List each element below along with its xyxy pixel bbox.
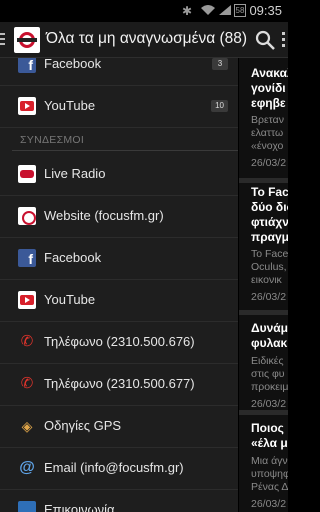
drawer-link-website[interactable]: Website (focusfm.gr) [0, 196, 238, 238]
action-bar: Όλα τα μη αναγνωσμένα (88) [0, 22, 288, 58]
contact-icon [18, 501, 36, 512]
drawer-link-contact[interactable]: Επικοινωνία [0, 490, 238, 512]
phone-icon: ✆ [20, 333, 34, 350]
article-excerpt: εικονικ [251, 274, 282, 286]
article-title: φυλακ [251, 336, 288, 350]
article-title: γονίδι [251, 81, 286, 95]
article-date: 26/03/2 [251, 157, 287, 169]
article-excerpt: ελαττω [251, 127, 284, 139]
unread-count-badge: 10 [211, 100, 228, 112]
article-excerpt: Ρένας Δ [251, 481, 288, 493]
article-title: πραγμ [251, 230, 288, 244]
drawer-item-label: Επικοινωνία [44, 502, 115, 512]
home-button[interactable] [0, 22, 44, 58]
article-date: 26/03/2 [251, 291, 287, 303]
status-bar: ✱ 58 09:35 [0, 0, 288, 22]
article-item[interactable]: Ποιος «έλα μ Μια άγν υποψηφ Ρένας Δ 26/0… [239, 415, 288, 512]
email-icon: @ [19, 459, 35, 476]
unread-count-badge: 3 [212, 58, 228, 70]
drawer-item-label: Facebook [44, 58, 102, 71]
drawer-link-facebook[interactable]: f Facebook [0, 238, 238, 280]
drawer-link-email[interactable]: @ Email (info@focusfm.gr) [0, 448, 238, 490]
website-icon [18, 207, 36, 225]
article-excerpt: Βρεταν [251, 114, 284, 126]
drawer-indicator-icon [0, 33, 5, 47]
battery-icon: 58 [234, 4, 246, 17]
article-excerpt: Μια άγν [251, 455, 288, 467]
youtube-icon [18, 291, 36, 309]
bluetooth-icon: ✱ [182, 4, 193, 18]
article-title: Δυνάμ [251, 321, 288, 335]
article-title: Το Face [251, 185, 288, 199]
article-excerpt: στις φυ [251, 368, 285, 380]
drawer-item-label: Τηλέφωνο (2310.500.676) [44, 334, 195, 349]
drawer-item-label: Website (focusfm.gr) [44, 208, 164, 223]
article-date: 26/03/2 [251, 398, 287, 410]
drawer-item-label: Email (info@focusfm.gr) [44, 460, 184, 475]
overflow-menu-icon[interactable] [279, 32, 288, 48]
drawer-link-gps[interactable]: ◈ Οδηγίες GPS [0, 406, 238, 448]
gps-icon: ◈ [21, 418, 33, 434]
article-item[interactable]: Δυνάμ φυλακ Ειδικές στις φυ προκειμ 26/0… [239, 315, 288, 419]
drawer-item-label: YouTube [44, 98, 96, 113]
facebook-icon: f [18, 58, 36, 73]
page-title: Όλα τα μη αναγνωσμένα (88) [46, 30, 248, 47]
drawer-item-label: Τηλέφωνο (2310.500.677) [44, 376, 195, 391]
drawer-link-phone-2[interactable]: ✆ Τηλέφωνο (2310.500.677) [0, 364, 238, 406]
article-excerpt: Το Face [251, 248, 288, 260]
status-time: 09:35 [249, 3, 282, 18]
youtube-icon [18, 97, 36, 115]
article-title: δύο δισ [251, 200, 288, 214]
article-excerpt: Ειδικές [251, 355, 284, 367]
article-title: εφηβε [251, 96, 286, 110]
navigation-drawer: f Facebook 3 YouTube 10 ΣΥΝΔΕΣΜΟΙ Live R… [0, 58, 238, 512]
drawer-item-label: Οδηγίες GPS [44, 418, 122, 433]
drawer-item-youtube-feed[interactable]: YouTube 10 [0, 86, 238, 128]
drawer-item-facebook-feed[interactable]: f Facebook 3 [0, 58, 238, 86]
section-header-links: ΣΥΝΔΕΣΜΟΙ [20, 134, 85, 146]
drawer-item-label: YouTube [44, 292, 96, 307]
drawer-link-youtube[interactable]: YouTube [0, 280, 238, 322]
app-logo [14, 27, 40, 53]
article-date: 26/03/2 [251, 498, 287, 510]
drawer-item-label: Facebook [44, 250, 102, 265]
article-list: Ανακαλ γονίδι εφηβε Βρεταν ελαττω «ένοχο… [238, 58, 288, 512]
signal-icon [219, 5, 231, 15]
article-item[interactable]: Το Face δύο δισ φτιάχν πραγμ Το Face Ocu… [239, 183, 288, 313]
drawer-link-phone-1[interactable]: ✆ Τηλέφωνο (2310.500.676) [0, 322, 238, 364]
wifi-icon [201, 5, 215, 15]
article-excerpt: Oculus, [251, 261, 287, 273]
section-divider [12, 150, 238, 151]
article-item[interactable]: Ανακαλ γονίδι εφηβε Βρεταν ελαττω «ένοχο… [239, 58, 288, 180]
facebook-icon: f [18, 249, 36, 267]
article-title: φτιάχν [251, 215, 288, 229]
article-title: Ποιος [251, 421, 284, 435]
drawer-item-label: Live Radio [44, 166, 106, 181]
phone-icon: ✆ [20, 375, 34, 392]
drawer-link-live-radio[interactable]: Live Radio [0, 154, 238, 196]
search-icon[interactable] [254, 29, 276, 51]
article-excerpt: προκειμ [251, 381, 288, 393]
article-excerpt: υποψηφ [251, 468, 288, 480]
article-excerpt: «ένοχο [251, 140, 284, 152]
article-title: Ανακαλ [251, 66, 288, 80]
radio-icon [18, 165, 36, 183]
article-title: «έλα μ [251, 436, 288, 450]
